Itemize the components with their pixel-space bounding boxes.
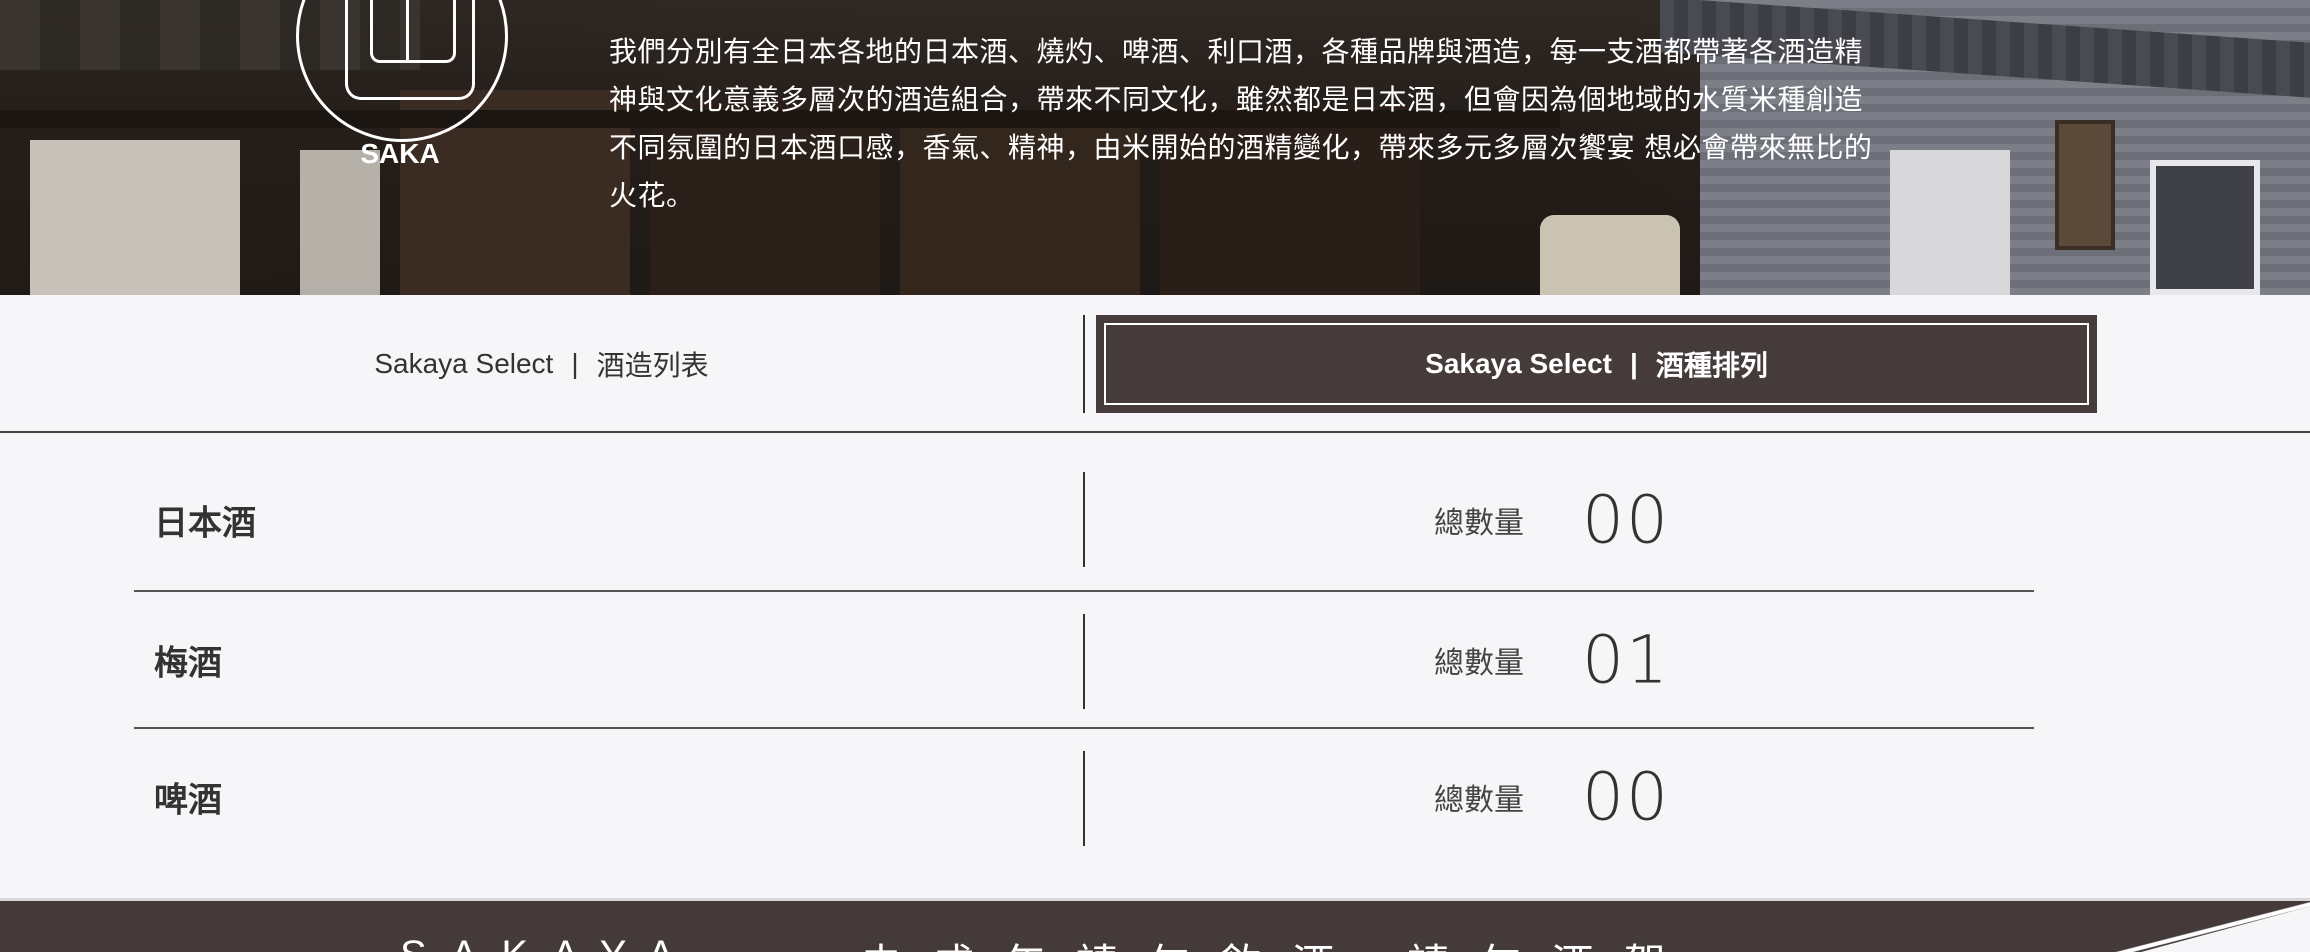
category-row[interactable]: 梅酒 總數量 01 — [134, 590, 2034, 727]
logo-text: SAKA — [360, 138, 440, 169]
tab-label: 酒造列表 — [596, 350, 709, 381]
footer-brand: SAKAYA — [400, 933, 698, 952]
count-label: 總數量 — [1434, 506, 1524, 541]
count-value: 00 — [1582, 758, 1670, 835]
footer-bar: SAKAYA 未成年請勿飲酒 請勿酒駕 — [0, 898, 2310, 952]
row-divider — [1083, 472, 1085, 567]
hero-banner: SAKA 我們分別有全日本各地的日本酒、燒灼、啤酒、利口酒，各種品牌與酒造，每一… — [0, 0, 2310, 295]
row-divider — [1083, 614, 1085, 709]
hero-bg-wall — [1890, 150, 2010, 295]
tab-brand: Sakaya Select — [1425, 348, 1612, 379]
category-row[interactable]: 啤酒 總數量 00 — [134, 727, 2034, 864]
category-name: 日本酒 — [154, 503, 256, 544]
count-value: 01 — [1582, 621, 1670, 698]
row-divider — [1083, 751, 1085, 846]
hero-bg-wall — [300, 150, 380, 295]
tab-separator: | — [1629, 348, 1638, 379]
tab-liquor-types[interactable]: Sakaya Select | 酒種排列 — [1096, 315, 2097, 413]
hero-bg-sake-barrel — [1540, 215, 1680, 295]
category-name: 啤酒 — [154, 780, 222, 820]
footer-slogan: 未成年請勿飲酒 請勿酒駕 — [860, 931, 1695, 952]
hero-bg-window — [2150, 160, 2260, 295]
tab-brand: Sakaya Select — [374, 348, 554, 379]
logo-mark-icon — [345, 0, 475, 100]
tab-separator: | — [571, 348, 579, 379]
category-list: 日本酒 總數量 00 梅酒 總數量 01 啤酒 總數量 00 — [134, 450, 2034, 864]
footer-decoration-line — [2115, 901, 2310, 952]
hero-bg-wall — [30, 140, 240, 295]
category-row[interactable]: 日本酒 總數量 00 — [134, 450, 2034, 590]
view-tabs: Sakaya Select | 酒造列表 Sakaya Select | 酒種排… — [0, 295, 2310, 433]
tab-inner-frame: Sakaya Select | 酒種排列 — [1104, 323, 2089, 405]
category-name: 梅酒 — [154, 643, 222, 683]
hero-description: 我們分別有全日本各地的日本酒、燒灼、啤酒、利口酒，各種品牌與酒造，每一支酒都帶著… — [609, 35, 1873, 212]
tab-brewery-list[interactable]: Sakaya Select | 酒造列表 — [0, 315, 1085, 413]
count-value: 00 — [1582, 481, 1670, 559]
count-label: 總數量 — [1434, 782, 1524, 818]
hero-bg-sign — [2055, 120, 2115, 250]
count-label: 總數量 — [1434, 645, 1524, 681]
tab-label: 酒種排列 — [1655, 350, 1768, 381]
